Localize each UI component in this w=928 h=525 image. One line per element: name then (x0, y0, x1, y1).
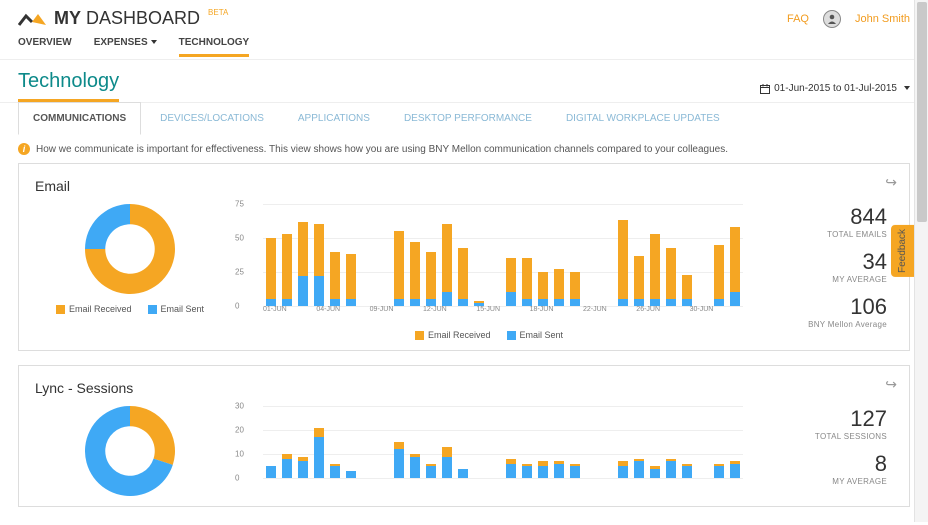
faq-link[interactable]: FAQ (787, 13, 809, 25)
x-tick: 18-JUN (530, 306, 583, 324)
stat-value: 844 (743, 204, 887, 230)
date-range-text: 01-Jun-2015 to 01-Jul-2015 (774, 83, 897, 94)
main-nav: OVERVIEW EXPENSES TECHNOLOGY (0, 33, 928, 57)
calendar-icon (760, 84, 770, 94)
stat-label: MY AVERAGE (743, 477, 887, 486)
stat-value: 106 (743, 294, 887, 320)
date-range-picker[interactable]: 01-Jun-2015 to 01-Jul-2015 (760, 83, 910, 102)
donut-chart (85, 406, 175, 496)
share-icon[interactable]: ↪ (885, 174, 897, 191)
mainnav-item-technology[interactable]: TECHNOLOGY (179, 37, 250, 57)
panel-email: ↪Email Email Received Email Sent 0 25 50 75 01-… (18, 163, 910, 351)
panel-lync: ↪Lync - Sessions 0 10 20 30 127TOTAL SESSIONS… (18, 365, 910, 507)
chevron-down-icon (904, 86, 910, 90)
chevron-down-icon (151, 40, 157, 44)
y-tick: 0 (235, 474, 239, 483)
y-tick: 30 (235, 402, 244, 411)
sub-tabs: COMMUNICATIONSDEVICES/LOCATIONSAPPLICATI… (0, 102, 928, 135)
subtab-applications[interactable]: APPLICATIONS (283, 102, 385, 135)
x-tick: 12-JUN (423, 306, 476, 324)
stat-label: TOTAL SESSIONS (743, 432, 887, 441)
subtab-desktop-performance[interactable]: DESKTOP PERFORMANCE (389, 102, 547, 135)
x-tick: 22-JUN (583, 306, 636, 324)
page-title: Technology (18, 70, 119, 102)
stat-value: 127 (743, 406, 887, 432)
legend-item: Email Sent (507, 330, 564, 340)
y-tick: 25 (235, 268, 244, 277)
panel-title: Email (35, 178, 893, 194)
mainnav-item-expenses[interactable]: EXPENSES (94, 37, 157, 57)
bar-chart: 0102030 (235, 406, 743, 496)
stat-label: TOTAL EMAILS (743, 230, 887, 239)
subtab-digital-workplace-updates[interactable]: DIGITAL WORKPLACE UPDATES (551, 102, 735, 135)
legend-item: Email Received (56, 304, 132, 314)
legend-item: Email Sent (148, 304, 205, 314)
x-tick: 01-JUN (263, 306, 316, 324)
x-tick: 04-JUN (316, 306, 369, 324)
y-tick: 20 (235, 426, 244, 435)
info-icon: i (18, 143, 30, 155)
y-tick: 50 (235, 234, 244, 243)
brand-text: MY DASHBOARD (54, 8, 200, 29)
username-link[interactable]: John Smith (855, 13, 910, 25)
stat-label: BNY Mellon Average (743, 320, 887, 329)
mainnav-item-overview[interactable]: OVERVIEW (18, 37, 72, 57)
x-tick: 09-JUN (370, 306, 423, 324)
panel-title: Lync - Sessions (35, 380, 893, 396)
feedback-tab[interactable]: Feedback (891, 225, 914, 277)
subtab-devices-locations[interactable]: DEVICES/LOCATIONS (145, 102, 279, 135)
user-icon (826, 13, 838, 25)
x-tick: 26-JUN (636, 306, 689, 324)
info-bar: i How we communicate is important for ef… (0, 135, 928, 163)
donut-chart (85, 204, 175, 294)
beta-badge: BETA (208, 8, 228, 17)
stat-value: 8 (743, 451, 887, 477)
scroll-thumb[interactable] (917, 2, 927, 222)
brand: MY DASHBOARD BETA (18, 8, 226, 29)
x-tick: 15-JUN (476, 306, 529, 324)
legend-item: Email Received (415, 330, 491, 340)
stat-value: 34 (743, 249, 887, 275)
logo-icon (18, 10, 48, 28)
stat-label: MY AVERAGE (743, 275, 887, 284)
info-text: How we communicate is important for effe… (36, 144, 728, 155)
avatar[interactable] (823, 10, 841, 28)
y-tick: 10 (235, 450, 244, 459)
x-tick: 30-JUN (690, 306, 743, 324)
scrollbar[interactable] (914, 0, 928, 522)
y-tick: 75 (235, 200, 244, 209)
y-tick: 0 (235, 302, 239, 311)
bar-chart: 025507501-JUN04-JUN09-JUN12-JUN15-JUN18-… (235, 204, 743, 324)
subtab-communications[interactable]: COMMUNICATIONS (18, 102, 141, 135)
share-icon[interactable]: ↪ (885, 376, 897, 393)
